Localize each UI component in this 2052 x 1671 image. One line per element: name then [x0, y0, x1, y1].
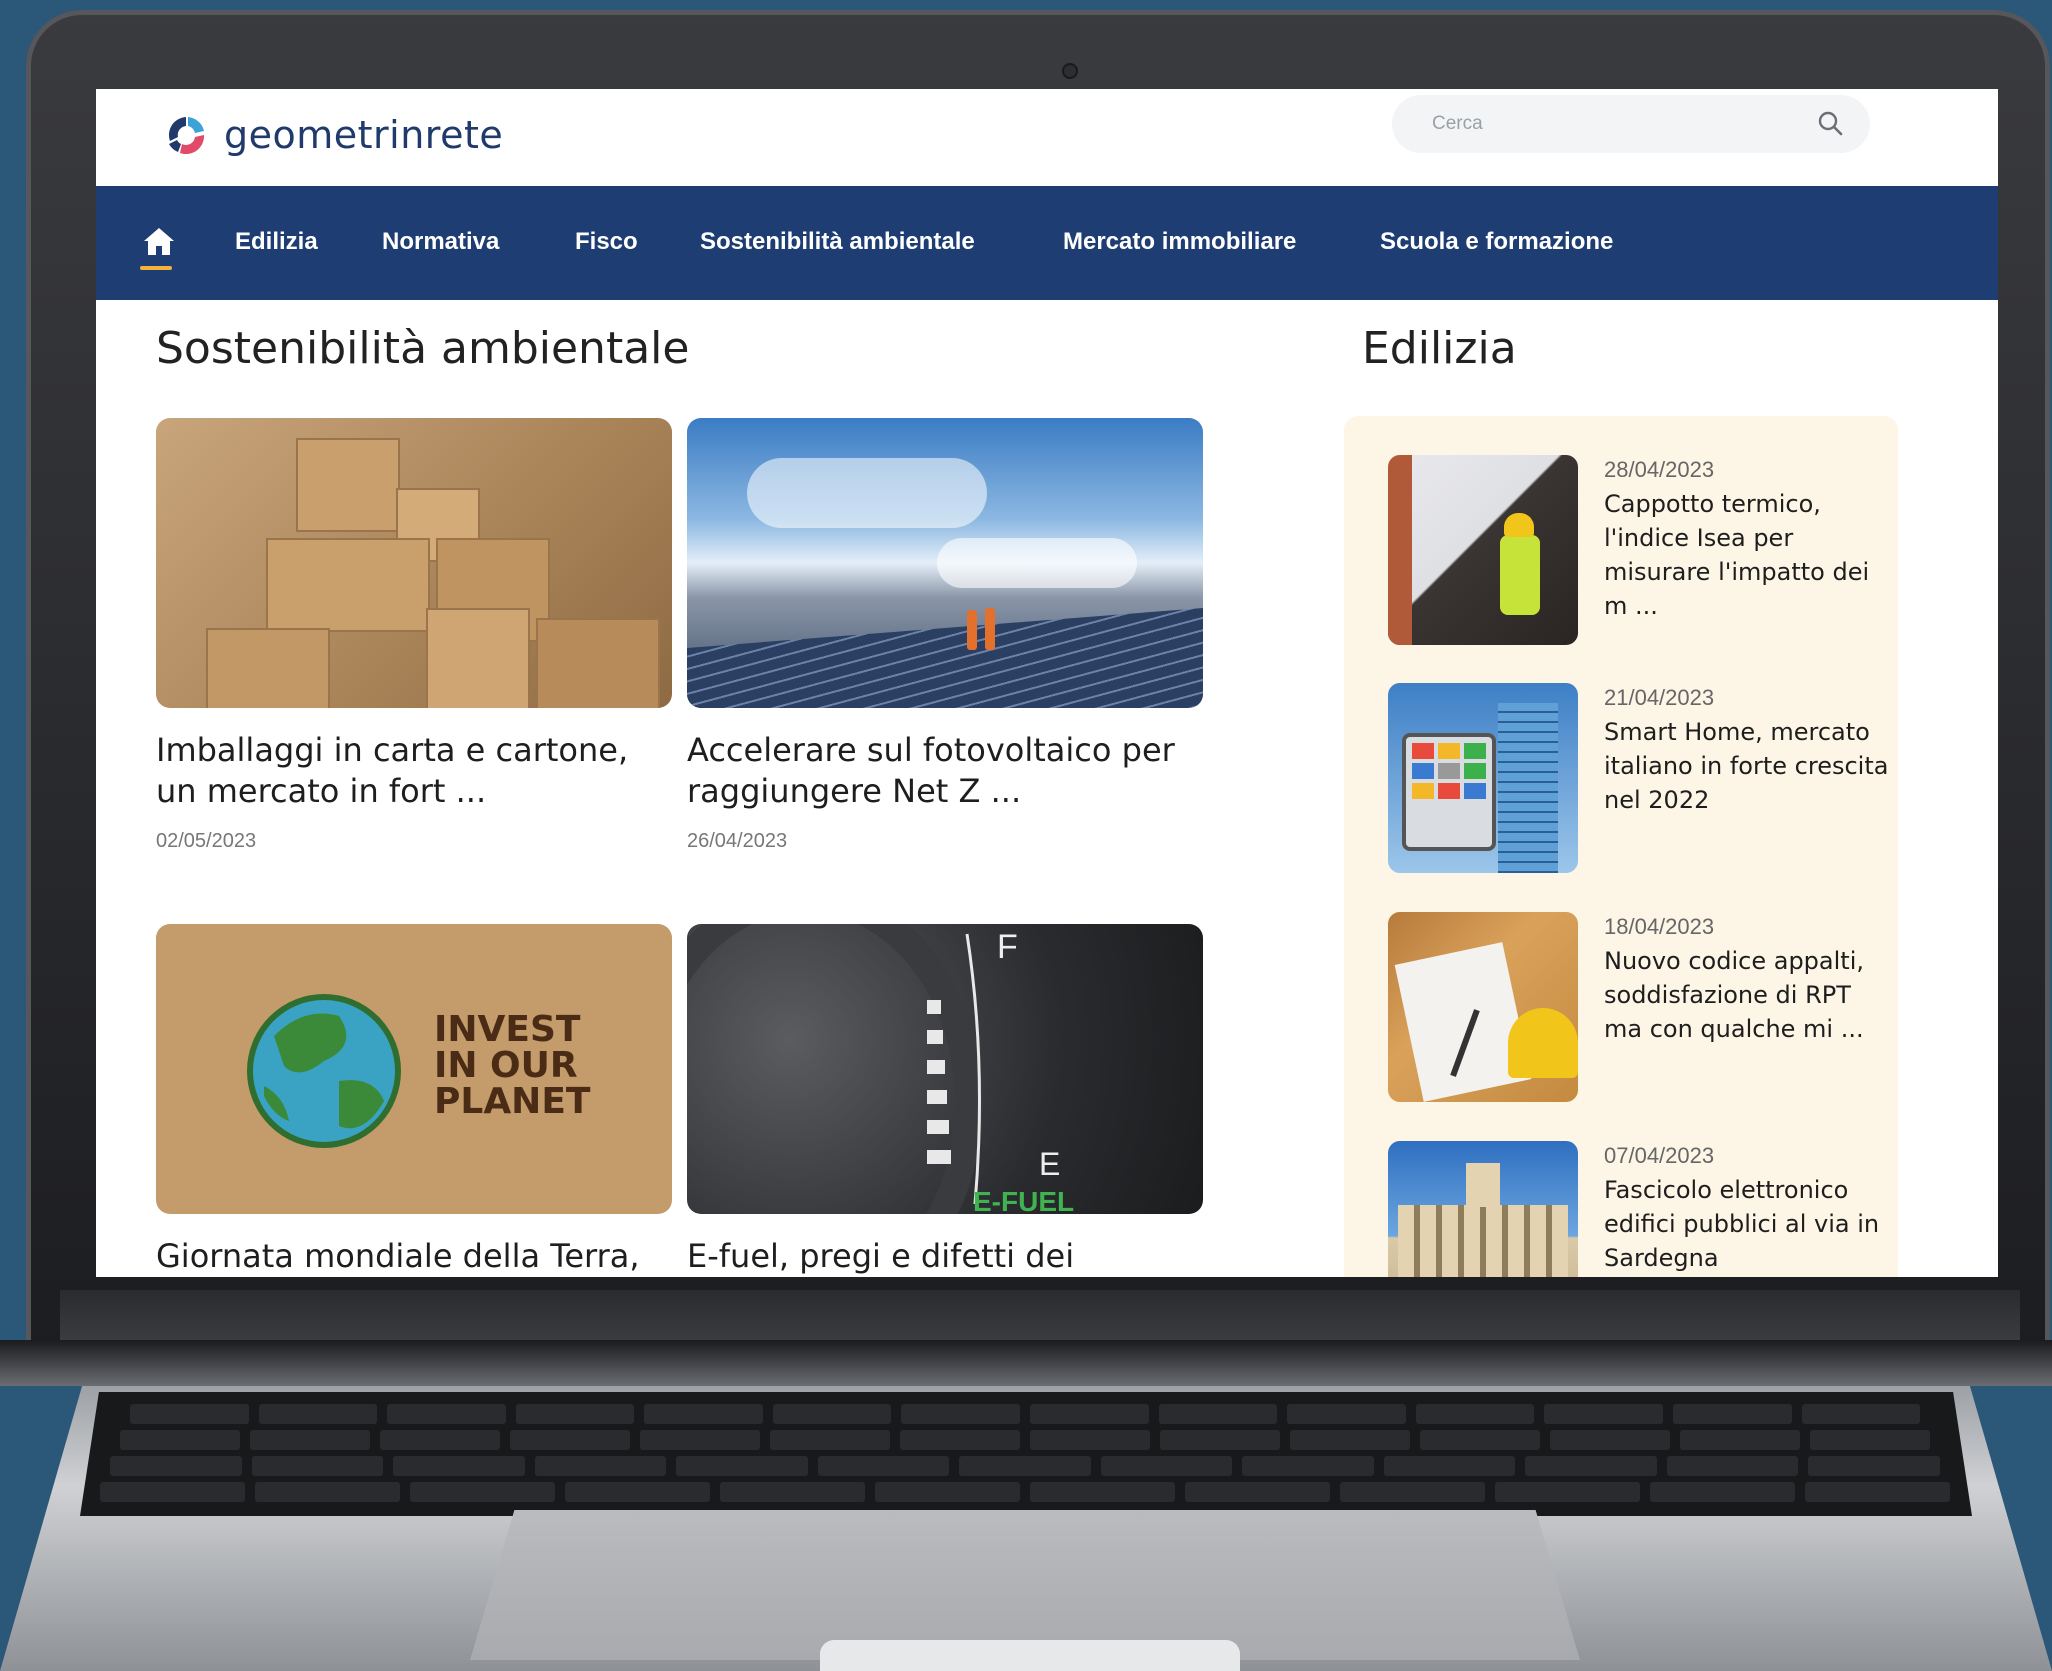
card-title-line: Imballaggi in carta e cartone,: [156, 731, 629, 769]
sidebar-date: 28/04/2023: [1604, 457, 1715, 482]
article-card[interactable]: F E E-FUEL E-fuel, pregi e difetti dei: [687, 924, 1203, 1277]
sidebar-title[interactable]: Nuovo codice appalti, soddisfazione di R…: [1604, 944, 1894, 1046]
nav-item-edilizia[interactable]: Edilizia: [235, 228, 318, 256]
search-placeholder: Cerca: [1432, 113, 1483, 134]
section-title-sostenibilita: Sostenibilità ambientale: [156, 323, 690, 374]
search-input[interactable]: Cerca: [1392, 95, 1870, 153]
sidebar-title[interactable]: Smart Home, mercato italiano in forte cr…: [1604, 715, 1894, 817]
image-text-line: INVEST: [434, 1009, 581, 1050]
card-title-line: Accelerare sul fotovoltaico per: [687, 731, 1175, 769]
card-title-line: Giornata mondiale della Terra,: [156, 1237, 640, 1275]
card-title[interactable]: Imballaggi in carta e cartone, un mercat…: [156, 730, 672, 812]
insulation-worker-thumb[interactable]: [1388, 455, 1578, 645]
card-title-line: raggiungere Net Z ...: [687, 772, 1022, 810]
search-icon[interactable]: [1816, 109, 1844, 137]
browser-screen: geometrinrete Cerca Edilizia Normativa F…: [96, 89, 1998, 1277]
sidebar-date: 21/04/2023: [1604, 685, 1715, 710]
sidebar-date: 07/04/2023: [1604, 1143, 1715, 1168]
fuel-gauge-image[interactable]: F E E-FUEL: [687, 924, 1203, 1214]
efuel-label: E-FUEL: [973, 1186, 1075, 1214]
laptop-trackpad: [470, 1510, 1580, 1660]
article-card[interactable]: Imballaggi in carta e cartone, un mercat…: [156, 418, 672, 853]
active-indicator: [140, 266, 172, 270]
card-title-line: E-fuel, pregi e difetti dei: [687, 1237, 1075, 1275]
laptop-keyboard: [80, 1392, 1972, 1516]
nav-item-normativa[interactable]: Normativa: [382, 228, 499, 256]
globe-icon: [247, 994, 401, 1148]
cardboard-boxes-image[interactable]: [156, 418, 672, 708]
section-title-edilizia: Edilizia: [1362, 323, 1517, 374]
article-card[interactable]: Accelerare sul fotovoltaico per raggiung…: [687, 418, 1203, 853]
card-title[interactable]: E-fuel, pregi e difetti dei: [687, 1236, 1203, 1277]
sidebar-title[interactable]: Fascicolo elettronico edifici pubblici a…: [1604, 1173, 1894, 1275]
sidebar-date: 18/04/2023: [1604, 914, 1715, 939]
home-icon[interactable]: [142, 222, 176, 262]
gauge-full-label: F: [997, 928, 1018, 966]
laptop-hinge: [0, 1340, 2052, 1386]
site-logo[interactable]: geometrinrete: [162, 111, 503, 159]
gauge-empty-label: E: [1039, 1146, 1061, 1182]
sidebar-title[interactable]: Cappotto termico, l'indice Isea per misu…: [1604, 487, 1894, 623]
card-date: 26/04/2023: [687, 830, 788, 852]
solar-panels-image[interactable]: [687, 418, 1203, 708]
image-text-line: IN OUR: [434, 1045, 578, 1086]
site-header: geometrinrete Cerca: [96, 89, 1998, 186]
article-card[interactable]: INVEST IN OUR PLANET Giornata mondiale d…: [156, 924, 672, 1277]
screen-bezel: [60, 1290, 2020, 1340]
brand-name: geometrinrete: [224, 113, 504, 157]
card-title[interactable]: Giornata mondiale della Terra,: [156, 1236, 672, 1277]
card-title[interactable]: Accelerare sul fotovoltaico per raggiung…: [687, 730, 1203, 812]
logo-icon: [168, 117, 205, 155]
card-title-line: un mercato in fort ...: [156, 772, 487, 810]
card-date: 02/05/2023: [156, 830, 257, 852]
contract-signing-thumb[interactable]: [1388, 912, 1578, 1102]
nav-item-scuola[interactable]: Scuola e formazione: [1380, 228, 1613, 256]
smart-home-thumb[interactable]: [1388, 683, 1578, 873]
invest-in-our-planet-image[interactable]: INVEST IN OUR PLANET: [156, 924, 672, 1214]
nav-item-sostenibilita[interactable]: Sostenibilità ambientale: [700, 228, 975, 256]
image-text-line: PLANET: [434, 1081, 591, 1122]
nav-item-mercato[interactable]: Mercato immobiliare: [1063, 228, 1296, 256]
camera-icon: [1064, 65, 1076, 77]
laptop-front-notch: [820, 1640, 1240, 1671]
government-building-thumb[interactable]: [1388, 1141, 1578, 1277]
nav-item-fisco[interactable]: Fisco: [575, 228, 638, 256]
main-nav: Edilizia Normativa Fisco Sostenibilità a…: [96, 186, 1998, 300]
sidebar-edilizia: 28/04/2023 Cappotto termico, l'indice Is…: [1344, 416, 1898, 1277]
